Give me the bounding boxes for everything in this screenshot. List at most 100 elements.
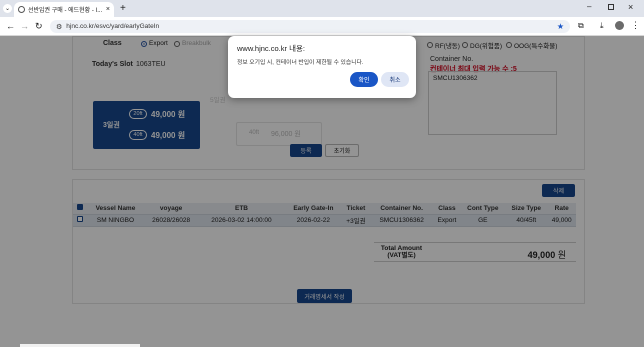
radio-rf-dot: [427, 42, 433, 48]
slot-day-label: 3일권: [103, 122, 120, 129]
site-info-icon[interactable]: ⚙: [56, 23, 62, 31]
dialog-title: www.hjnc.co.kr 내용:: [237, 44, 305, 53]
total-amount: 49,000: [527, 250, 556, 260]
ghost-size: 40ft: [249, 130, 260, 136]
col-cont-type: Cont Type: [460, 203, 506, 215]
browser-tab[interactable]: 선반입권 구매 - 에드현황 - I... ×: [14, 2, 114, 17]
slot-card-5day[interactable]: 40ft 96,000 원: [236, 122, 322, 146]
select-all-checkbox-cell[interactable]: [73, 203, 87, 215]
cell-size-type: 40/45ft: [505, 214, 548, 227]
col-voyage: voyage: [143, 203, 199, 215]
forward-icon[interactable]: →: [20, 21, 29, 31]
extensions-icon[interactable]: ⧉: [578, 21, 584, 31]
radio-dg-dot: [462, 42, 468, 48]
radio-oog-dot: [506, 42, 512, 48]
create-statement-button[interactable]: 거래명세서 작성: [297, 289, 352, 303]
todays-slot-label: Today's Slot: [92, 61, 133, 68]
radio-oog[interactable]: OOG(특수화물): [506, 40, 557, 50]
profile-icon[interactable]: [615, 21, 624, 30]
url-bar[interactable]: ⚙ hjnc.co.kr/esvc/yard/earlyGateIn ★: [50, 20, 570, 33]
cell-rate: 49,000: [547, 214, 576, 227]
dialog-ok-button[interactable]: 확인: [350, 72, 378, 87]
price-40ft-unit: 원: [177, 131, 186, 140]
reload-icon[interactable]: ↻: [35, 21, 43, 32]
col-etb: ETB: [198, 203, 285, 215]
total-label: Total Amount (VAT별도): [374, 245, 429, 259]
col-rate: Rate: [547, 203, 576, 215]
container-no-textarea[interactable]: SMCU1306362: [428, 71, 557, 135]
cell-cont-type: GE: [460, 214, 506, 227]
cell-ticket: +3일권: [342, 214, 370, 227]
table-row[interactable]: SM NINGBO 26028/26028 2026-03-02 14:00:0…: [73, 214, 576, 227]
alert-dialog: www.hjnc.co.kr 내용: 정보 오기입 시, 컨테이너 반입이 제한…: [228, 36, 416, 98]
minimize-icon[interactable]: –: [587, 2, 591, 11]
radio-breakbulk-label: Breakbulk: [182, 40, 211, 47]
cell-class: Export: [433, 214, 461, 227]
container-no-label: Container No.: [430, 56, 474, 63]
tab-search-icon[interactable]: ⌄: [3, 4, 12, 13]
maximize-icon[interactable]: [608, 4, 614, 10]
radio-breakbulk[interactable]: Breakbulk: [174, 40, 211, 47]
url-text: hjnc.co.kr/esvc/yard/earlyGateIn: [66, 23, 160, 30]
radio-export-dot: [141, 40, 147, 47]
tab-title: 선반입권 구매 - 에드현황 - I...: [28, 8, 103, 14]
radio-export-label: Export: [149, 40, 168, 47]
radio-breakbulk-dot: [174, 40, 180, 47]
price-40ft: 49,000 원: [151, 130, 185, 141]
radio-rf[interactable]: RF(냉동): [427, 40, 460, 50]
cell-vessel: SM NINGBO: [87, 214, 144, 227]
ghost-price: 96,000 원: [271, 131, 301, 138]
price-20ft-unit: 원: [177, 110, 186, 119]
dialog-message: 정보 오기입 시, 컨테이너 반입이 제한될 수 있습니다.: [237, 60, 364, 66]
col-class: Class: [433, 203, 461, 215]
cell-container-no: SMCU1306362: [369, 214, 434, 227]
price-20ft-value: 49,000: [151, 110, 176, 119]
row-checkbox-icon[interactable]: [77, 216, 83, 222]
table-header-row: Vessel Name voyage ETB Early Gate-In Tic…: [73, 203, 576, 215]
cell-early-gate-in: 2026-02-22: [284, 214, 343, 227]
total-label-line2: (VAT별도): [387, 252, 416, 259]
radio-rf-label: RF(냉동): [435, 43, 460, 50]
total-label-line1: Total Amount: [380, 245, 423, 252]
radio-oog-label: OOG(특수화물): [514, 43, 558, 50]
back-icon[interactable]: ←: [6, 21, 15, 31]
price-20ft: 49,000 원: [151, 109, 185, 120]
row-checkbox-cell[interactable]: [73, 214, 87, 227]
register-button[interactable]: 등록: [290, 144, 322, 157]
container-table: Vessel Name voyage ETB Early Gate-In Tic…: [73, 203, 576, 227]
ghost-day-label: 5일권: [210, 97, 226, 104]
download-icon[interactable]: ⤓: [600, 21, 604, 31]
radio-export[interactable]: Export: [141, 40, 168, 47]
todays-slot-value: 1063TEU: [136, 61, 166, 68]
dialog-cancel-button[interactable]: 취소: [381, 72, 409, 87]
col-ticket: Ticket: [342, 203, 370, 215]
radio-dg-label: DG(위험품): [470, 43, 503, 50]
total-value: 49,000 원: [528, 248, 566, 261]
checkbox-icon[interactable]: [77, 204, 83, 211]
col-container-no: Container No.: [369, 203, 434, 215]
col-vessel: Vessel Name: [87, 203, 144, 215]
cell-voyage: 26028/26028: [143, 214, 199, 227]
col-size-type: Size Type: [505, 203, 548, 215]
close-window-icon[interactable]: ×: [628, 2, 633, 12]
menu-icon[interactable]: ⋮: [631, 20, 640, 31]
radio-dg[interactable]: DG(위험품): [462, 40, 502, 50]
bookmark-star-icon[interactable]: ★: [557, 22, 564, 31]
size-pill-20ft: 20ft: [129, 109, 147, 119]
reset-button[interactable]: 초기화: [325, 144, 359, 157]
size-pill-40ft: 40ft: [129, 130, 147, 140]
total-amount-box: Total Amount (VAT별도) 49,000 원: [374, 242, 576, 262]
total-unit: 원: [557, 250, 566, 260]
price-40ft-value: 49,000: [151, 131, 176, 140]
delete-button[interactable]: 삭제: [542, 184, 575, 197]
cell-etb: 2026-03-02 14:00:00: [198, 214, 285, 227]
container-no-value: SMCU1306362: [433, 75, 478, 82]
site-favicon-icon: [18, 6, 25, 13]
address-toolbar: ← → ↻ ⚙ hjnc.co.kr/esvc/yard/earlyGateIn…: [0, 17, 644, 36]
slot-card-3day[interactable]: 3일권 20ft 49,000 원 40ft 49,000 원: [93, 101, 200, 149]
tab-close-icon[interactable]: ×: [106, 6, 110, 13]
browser-tab-strip: ⌄ 선반입권 구매 - 에드현황 - I... × + – ×: [0, 0, 644, 17]
new-tab-icon[interactable]: +: [120, 3, 126, 14]
class-label: Class: [103, 40, 122, 47]
col-early-gate-in: Early Gate-In: [284, 203, 343, 215]
